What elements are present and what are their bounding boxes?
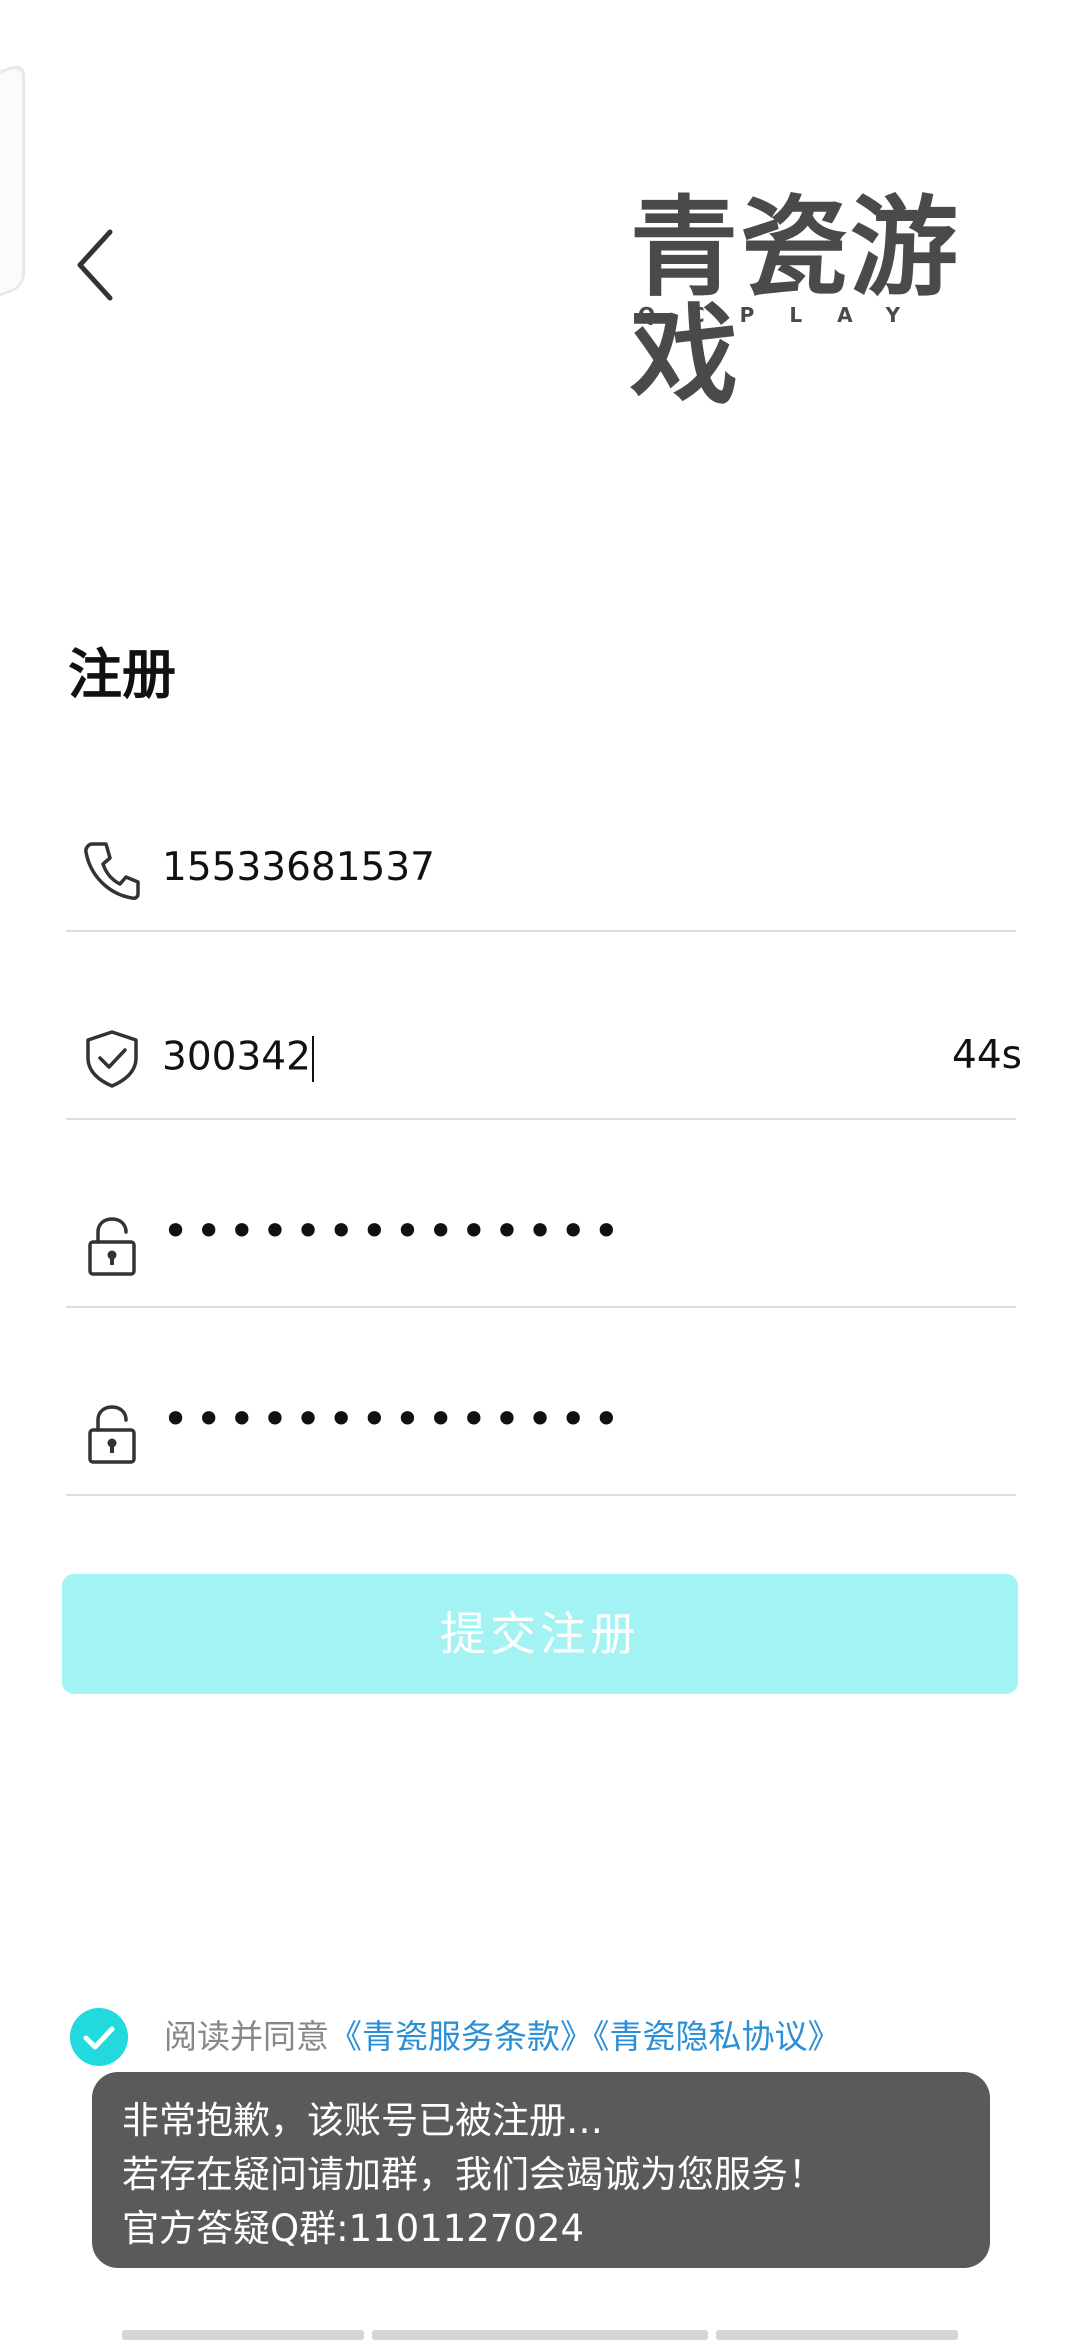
phone-value: 15533681537 (162, 845, 435, 890)
logo-sub-text: QCPLAY (638, 303, 936, 327)
bottom-bar-segment (122, 2330, 364, 2340)
lock-icon (82, 1402, 142, 1466)
submit-register-button[interactable]: 提交注册 (62, 1574, 1018, 1694)
password-input[interactable]: •••••••••••••• (162, 1208, 626, 1254)
terms-link[interactable]: 《青瓷服务条款》 (329, 2017, 593, 2056)
back-button[interactable] (70, 220, 130, 310)
text-caret (311, 1036, 314, 1082)
page-title: 注册 (68, 643, 176, 706)
agreement-row: 阅读并同意《青瓷服务条款》《青瓷隐私协议》 (70, 2008, 1060, 2068)
toast-line-2: 若存在疑问请加群，我们会竭诚为您服务！ (122, 2153, 825, 2196)
confirm-password-field[interactable]: •••••••••••••• (66, 1374, 1016, 1496)
edge-panel-tab[interactable] (0, 61, 25, 305)
bottom-bar-segment (372, 2330, 708, 2340)
check-icon (83, 2026, 115, 2050)
verification-code-input[interactable]: 300342 (162, 1036, 314, 1082)
lock-icon (82, 1214, 142, 1278)
confirm-password-input[interactable]: •••••••••••••• (162, 1396, 626, 1442)
verification-code-field[interactable]: 300342 44s (66, 998, 1022, 1120)
brand-logo: 青瓷游戏 QCPLAY (630, 195, 1010, 411)
toast-line-3: 官方答疑Q群:1101127024 (122, 2207, 584, 2250)
phone-icon (82, 838, 142, 902)
toast-message: 非常抱歉，该账号已被注册… 若存在疑问请加群，我们会竭诚为您服务！ 官方答疑Q群… (92, 2072, 990, 2268)
shield-check-icon (82, 1026, 142, 1090)
code-value: 300342 (162, 1034, 311, 1080)
bottom-bar-segment (716, 2330, 958, 2340)
agreement-prefix: 阅读并同意 (164, 2017, 329, 2056)
agreement-text: 阅读并同意《青瓷服务条款》《青瓷隐私协议》 (164, 2020, 841, 2053)
chevron-left-icon (77, 229, 113, 301)
agreement-checkbox[interactable] (70, 2008, 128, 2066)
resend-countdown[interactable]: 44s (952, 1036, 1022, 1075)
toast-line-1: 非常抱歉，该账号已被注册… (122, 2099, 603, 2142)
phone-field[interactable]: 15533681537 (66, 810, 1016, 932)
password-field[interactable]: •••••••••••••• (66, 1186, 1016, 1308)
privacy-link[interactable]: 《青瓷隐私协议》 (593, 2017, 841, 2056)
